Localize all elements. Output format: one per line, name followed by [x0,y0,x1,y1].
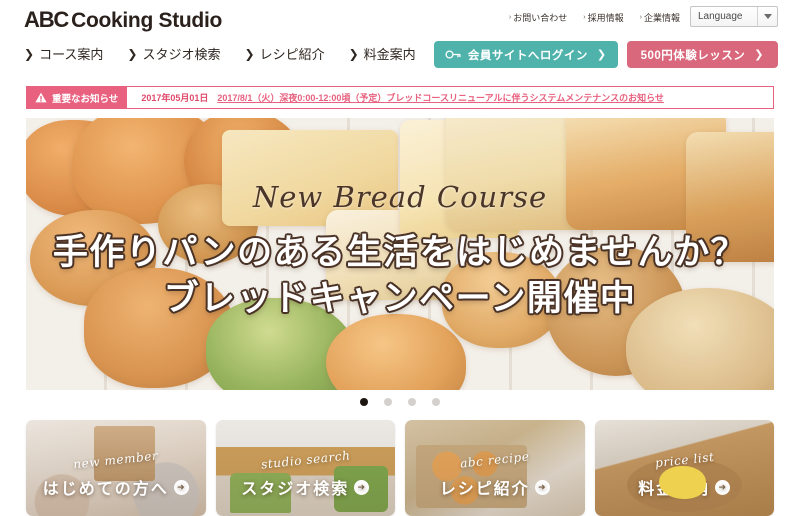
member-login-button[interactable]: 会員サイトへログイン ❯ [433,41,618,68]
notice-body: 2017年05月01日 2017/8/1（火）深夜0:00-12:00頃（予定）… [127,87,773,108]
site-logo[interactable]: ABC Cooking Studio [24,7,222,33]
chevron-right-icon: › [583,14,586,21]
logo-rest-text: Cooking Studio [71,9,223,32]
chevron-down-icon [757,7,777,26]
carousel-dot-2[interactable] [384,398,392,406]
utility-link-company[interactable]: › 企業情報 [640,11,680,24]
nav-item-recipe[interactable]: ❯ レシピ紹介 [245,44,325,63]
card-jp-label-wrap: レシピ紹介 ➜ [405,475,585,499]
arrow-right-circle-icon: ➜ [354,479,370,495]
chevron-right-icon: ❯ [596,49,607,61]
utility-link-contact-label: お問い合わせ [513,13,568,23]
nav-item-course-label: コース案内 [39,47,104,62]
utility-link-recruit[interactable]: › 採用情報 [583,11,623,24]
feature-card-new-member[interactable]: new member はじめての方へ ➜ [26,420,206,516]
chevron-right-icon: ❯ [754,49,764,61]
utility-links: › お問い合わせ › 採用情報 › 企業情報 [509,11,680,24]
notice-date: 2017年05月01日 [141,93,209,103]
card-jp-label: レシピ紹介 [439,481,530,498]
card-jp-label-wrap: スタジオ検索 ➜ [216,475,396,499]
main-navigation: ❯ コース案内 ❯ スタジオ検索 ❯ レシピ紹介 ❯ 料金案内 [24,44,416,63]
language-select-value: Language [698,11,743,22]
nav-item-studio-search-label: スタジオ検索 [142,47,221,62]
arrow-right-circle-icon: ➜ [715,479,731,495]
notice-link[interactable]: 2017/8/1（火）深夜0:00-12:00頃（予定）ブレッドコースリニューア… [217,91,664,104]
site-header: ABC Cooking Studio › お問い合わせ › 採用情報 › 企業情報… [0,0,800,78]
card-jp-label: はじめての方へ [42,481,169,498]
utility-link-company-label: 企業情報 [643,13,680,23]
carousel-dot-1[interactable] [360,398,368,406]
feature-card-recipe[interactable]: abc recipe レシピ紹介 ➜ [405,420,585,516]
hero-script-title: New Bread Course [252,180,548,214]
feature-cards: new member はじめての方へ ➜ studio search スタジオ検… [26,420,774,516]
trial-lesson-button-label: 500円体験レッスン [640,49,746,62]
carousel-dot-3[interactable] [408,398,416,406]
card-jp-label-wrap: はじめての方へ ➜ [26,475,206,499]
chevron-right-icon: ❯ [244,46,255,61]
notice-badge-label: 重要なお知らせ [52,93,119,105]
card-jp-label: スタジオ検索 [241,481,350,498]
utility-link-contact[interactable]: › お問い合わせ [509,11,567,24]
utility-link-recruit-label: 採用情報 [587,13,624,23]
language-select[interactable]: Language [690,6,778,27]
arrow-right-circle-icon: ➜ [173,479,189,495]
chevron-right-icon: › [508,14,512,21]
logo-abc-text: ABC [24,7,69,32]
nav-item-course[interactable]: ❯ コース案内 [24,44,103,63]
notice-badge: 重要なお知らせ [27,87,128,108]
nav-item-studio-search[interactable]: ❯ スタジオ検索 [127,44,220,63]
arrow-right-circle-icon: ➜ [534,479,550,495]
feature-card-studio-search[interactable]: studio search スタジオ検索 ➜ [215,420,396,516]
chevron-right-icon: ❯ [348,46,359,61]
important-notice-bar: 重要なお知らせ 2017年05月01日 2017/8/1（火）深夜0:00-12… [26,86,774,109]
warning-triangle-icon [35,92,47,103]
chevron-right-icon: ❯ [127,46,138,61]
chevron-right-icon: ❯ [24,46,35,61]
hero-headline-line2: ブレッドキャンペーン開催中 [163,279,637,319]
trial-lesson-button[interactable]: 500円体験レッスン ❯ [626,41,778,68]
feature-card-price-list[interactable]: price list 料金案内 ➜ [594,420,774,516]
nav-item-price[interactable]: ❯ 料金案内 [349,44,416,63]
nav-item-price-label: 料金案内 [363,47,416,62]
carousel-dot-4[interactable] [432,398,440,406]
member-login-button-label: 会員サイトへログイン [467,49,588,62]
chevron-right-icon: › [639,14,642,21]
header-buttons: 会員サイトへログイン ❯ 500円体験レッスン ❯ [433,41,778,68]
hero-headline-line1: 手作りパンのある生活をはじめませんか？ [52,233,748,272]
nav-item-recipe-label: レシピ紹介 [259,47,325,62]
key-icon [445,50,461,59]
hero-carousel[interactable]: New Bread Course 手作りパンのある生活をはじめませんか？ ブレッ… [26,118,774,390]
carousel-dots [0,398,800,406]
hero-headline: 手作りパンのある生活をはじめませんか？ ブレッドキャンペーン開催中 [26,230,774,322]
page-root: ABC Cooking Studio › お問い合わせ › 採用情報 › 企業情報… [0,0,800,516]
